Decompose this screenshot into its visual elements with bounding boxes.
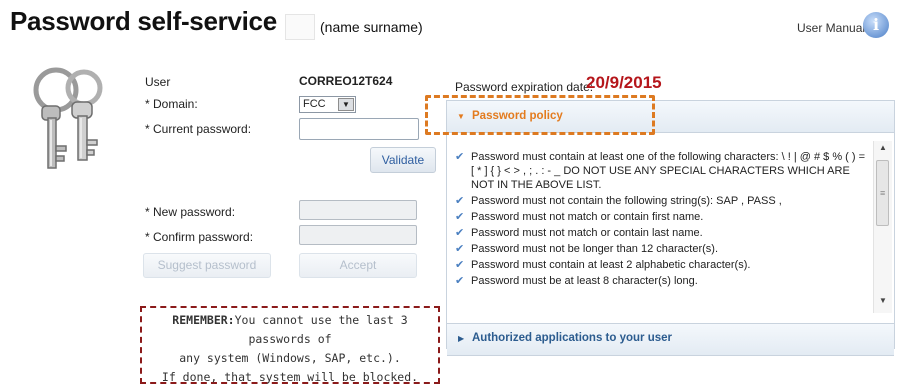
policy-list: ✔ Password must contain at least one of t… xyxy=(455,150,868,314)
user-manual-link[interactable]: User Manual xyxy=(797,21,865,35)
chevron-down-icon[interactable]: ▼ xyxy=(338,98,354,111)
reminder-lead: REMEMBER: xyxy=(172,313,235,327)
validate-button[interactable]: Validate xyxy=(370,147,436,173)
chevron-right-icon[interactable]: ▶ xyxy=(458,334,464,343)
policy-rule: ✔ Password must contain at least 2 alphab… xyxy=(455,259,751,271)
reminder-line1: You cannot use the last 3 passwords of xyxy=(234,313,408,346)
check-icon: ✔ xyxy=(455,211,465,223)
authorized-apps-title[interactable]: Authorized applications to your user xyxy=(472,332,672,344)
policy-rule: ✔ Password must not be longer than 12 cha… xyxy=(455,243,719,255)
new-password-input[interactable] xyxy=(299,200,417,220)
title-image-placeholder xyxy=(285,14,315,40)
confirm-password-label: * Confirm password: xyxy=(145,230,254,244)
check-icon: ✔ xyxy=(455,195,465,207)
info-icon[interactable]: i xyxy=(863,12,889,38)
user-fullname: (name surname) xyxy=(320,19,423,35)
reminder-box: REMEMBER:You cannot use the last 3 passw… xyxy=(140,306,440,384)
policy-highlight xyxy=(425,95,655,135)
domain-label: * Domain: xyxy=(145,97,198,111)
policy-rule: ✔ Password must contain at least one of t… xyxy=(455,151,866,191)
expiration-label: Password expiration date: xyxy=(455,80,594,94)
domain-select-value: FCC xyxy=(303,98,326,110)
policy-rule: ✔ Password must not match or contain last… xyxy=(455,227,703,239)
check-icon: ✔ xyxy=(455,275,465,287)
check-icon: ✔ xyxy=(455,243,465,255)
page-title: Password self-service xyxy=(10,6,277,36)
suggest-password-button[interactable]: Suggest password xyxy=(143,253,271,278)
check-icon: ✔ xyxy=(455,259,465,271)
expiration-date: 20/9/2015 xyxy=(586,73,662,92)
policy-rule: ✔ Password must be at least 8 character(s… xyxy=(455,275,698,287)
check-icon: ✔ xyxy=(455,227,465,239)
scroll-down-icon[interactable]: ▼ xyxy=(879,296,887,305)
reminder-line3: If done, that system will be blocked. xyxy=(161,370,419,384)
policy-rule: ✔ Password must not contain the following… xyxy=(455,195,782,207)
domain-select[interactable]: FCC ▼ xyxy=(299,96,356,113)
new-password-label: * New password: xyxy=(145,205,236,219)
policy-rule: ✔ Password must not match or contain firs… xyxy=(455,211,704,223)
check-icon: ✔ xyxy=(455,151,465,163)
current-password-label: * Current password: xyxy=(145,122,252,136)
grip-icon: ≡ xyxy=(880,188,886,198)
scroll-up-icon[interactable]: ▲ xyxy=(879,143,887,152)
accept-button[interactable]: Accept xyxy=(299,253,417,278)
reminder-line2: any system (Windows, SAP, etc.). xyxy=(179,351,401,365)
user-label: User xyxy=(145,75,171,89)
user-value: CORREO12T624 xyxy=(299,74,393,88)
keys-icon xyxy=(33,67,103,169)
confirm-password-input[interactable] xyxy=(299,225,417,245)
current-password-input[interactable] xyxy=(299,118,419,140)
